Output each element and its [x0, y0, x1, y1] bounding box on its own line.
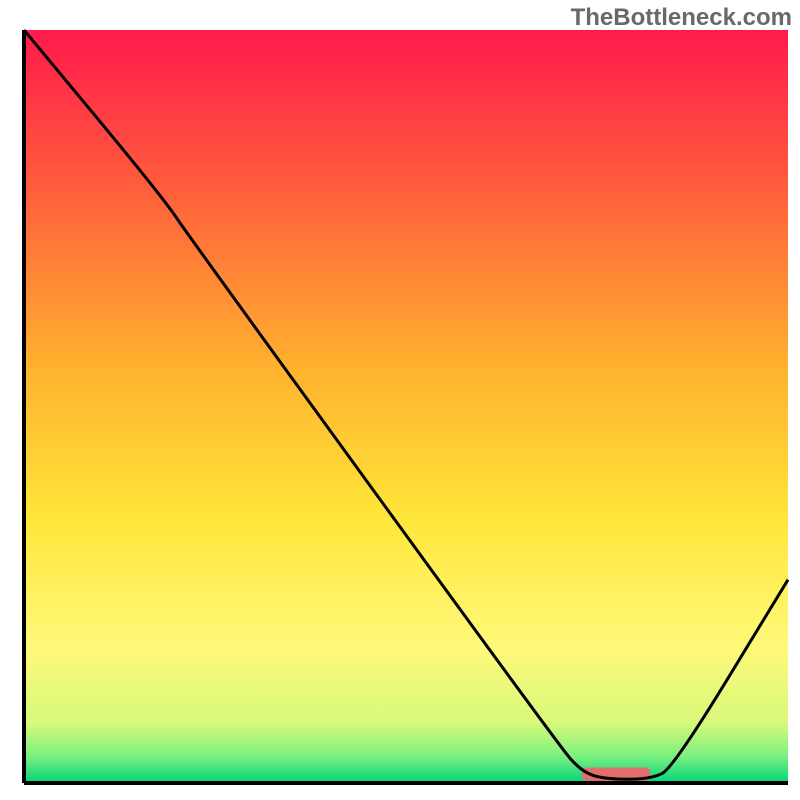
- watermark-text: TheBottleneck.com: [571, 4, 792, 32]
- plot-gradient-background: [24, 30, 788, 783]
- chart-svg: [0, 0, 800, 800]
- bottleneck-chart: TheBottleneck.com: [0, 0, 800, 800]
